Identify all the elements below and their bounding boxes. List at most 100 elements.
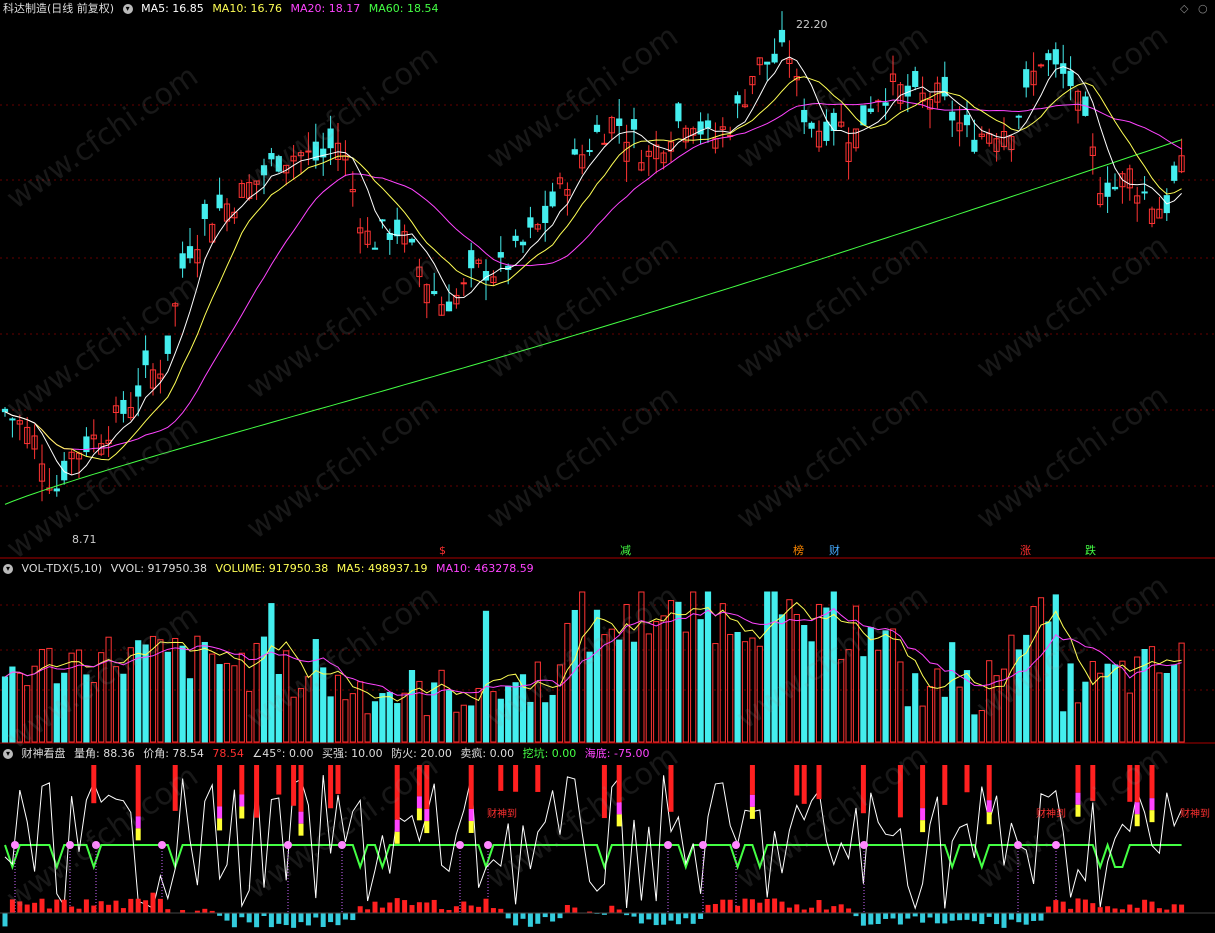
- ind-dot: [11, 841, 19, 849]
- ind-magenta-column: [1134, 802, 1140, 815]
- candle-body: [963, 114, 971, 126]
- ind-hist-bar: [402, 900, 408, 913]
- ind-yellow-column: [616, 814, 622, 827]
- volume-bar: [1067, 663, 1074, 743]
- ma60-line: [4, 139, 1182, 505]
- volume-bar: [1178, 642, 1185, 743]
- ind-red-column: [1075, 765, 1081, 793]
- volume-bar: [334, 674, 342, 743]
- volume-bar: [986, 660, 993, 743]
- volume-bar: [120, 673, 127, 743]
- volume-bar: [408, 670, 416, 743]
- volume-bar: [1171, 664, 1178, 743]
- ind-hist-bar: [631, 913, 637, 917]
- candle-body: [260, 165, 268, 176]
- ind-name[interactable]: 财神看盘: [22, 747, 66, 760]
- volume-bar: [260, 636, 268, 743]
- period-label[interactable]: (日线 前复权): [47, 2, 114, 15]
- ind-hist-bar: [91, 905, 97, 913]
- ind-hist-bar: [83, 899, 89, 913]
- ind-hist-bar: [964, 913, 970, 920]
- volume-bar: [579, 591, 586, 743]
- ind-red-column: [535, 765, 541, 792]
- volume-bar: [682, 631, 689, 743]
- ind-hist-bar: [1149, 901, 1155, 913]
- volume-bar: [112, 666, 120, 743]
- volume-bar: [993, 675, 1000, 743]
- volume-bar: [719, 603, 726, 743]
- ind-red-column: [217, 765, 223, 807]
- volume-bar: [1, 676, 9, 743]
- ind-yellow-column: [217, 818, 223, 831]
- diamond-icon[interactable]: ◇: [1180, 2, 1188, 15]
- ind-red-column: [964, 765, 970, 793]
- volume-bar: [246, 690, 253, 743]
- volume-bar: [209, 653, 216, 743]
- ind-hist-bar: [638, 913, 644, 924]
- vvol-label: VVOL: 917950.38: [110, 562, 208, 575]
- volume-bar: [593, 609, 601, 743]
- ind-hist-bar: [690, 913, 696, 924]
- volume-bar: [1089, 661, 1096, 743]
- volume-bar: [653, 621, 660, 743]
- ind-hist-bar: [1156, 908, 1162, 913]
- ind-hist-bar: [757, 902, 763, 913]
- ind-hist-bar: [394, 898, 400, 913]
- volume-bar: [519, 674, 527, 743]
- ind-magenta-column: [616, 802, 622, 815]
- ind-yellow-column: [239, 806, 245, 819]
- ind-hist-bar: [1038, 913, 1044, 921]
- volume-bar: [349, 693, 356, 743]
- ind-red-column: [513, 765, 519, 792]
- volume-bar: [468, 705, 475, 743]
- circle-icon[interactable]: ○: [1198, 2, 1208, 15]
- ind-hist-bar: [431, 899, 437, 913]
- ind-hist-bar: [365, 909, 371, 913]
- chevron-down-icon[interactable]: ▾: [3, 564, 13, 574]
- volume-bar: [512, 682, 519, 743]
- candle-body: [431, 291, 438, 295]
- ind-hist-bar: [994, 913, 1000, 925]
- ind-hist-bar: [1016, 913, 1022, 923]
- ind-magenta-column: [468, 808, 474, 821]
- candle-body: [519, 241, 527, 246]
- candle-body: [1060, 63, 1067, 74]
- volume-bar: [216, 664, 223, 743]
- ind-hist-bar: [957, 913, 963, 921]
- volume-bar: [867, 627, 874, 743]
- ind-red-column: [328, 765, 334, 809]
- volume-bar: [778, 614, 786, 743]
- ind-hist-bar: [357, 906, 363, 913]
- volume-bar: [38, 648, 46, 743]
- candle-body: [445, 301, 453, 312]
- candle-body: [949, 111, 956, 121]
- vol-name[interactable]: VOL-TDX(5,10): [22, 562, 103, 575]
- candle-body: [1045, 53, 1052, 61]
- candle-body: [497, 252, 504, 258]
- ind-hist-bar: [453, 906, 459, 913]
- ind-magenta-column: [298, 811, 304, 824]
- volume-bar: [1074, 702, 1082, 743]
- volume-bar: [16, 672, 23, 743]
- candle-body: [593, 124, 601, 132]
- chevron-down-icon[interactable]: ▾: [3, 749, 13, 759]
- price-high-label: 22.20: [796, 18, 828, 31]
- ind-hist-bar: [224, 913, 230, 921]
- candle-body: [601, 142, 608, 145]
- ind-red-column: [749, 765, 755, 795]
- volume-bar: [815, 603, 823, 743]
- volume-bar: [238, 652, 245, 743]
- ind-red-column: [897, 765, 903, 818]
- ind-red-column: [920, 765, 926, 809]
- ind-yellow-column: [416, 808, 422, 821]
- ind-hist-bar: [143, 900, 149, 913]
- ind-hist-bar: [313, 913, 319, 918]
- chevron-down-icon[interactable]: ▾: [122, 4, 133, 14]
- ind-magenta-column: [217, 806, 223, 819]
- ind-hist-bar: [98, 901, 104, 913]
- ind-hist-bar: [942, 913, 948, 924]
- volume-bar: [734, 631, 741, 743]
- volume-bar: [157, 639, 164, 743]
- volume-bar: [882, 630, 889, 743]
- ind-yellow-column: [986, 812, 992, 825]
